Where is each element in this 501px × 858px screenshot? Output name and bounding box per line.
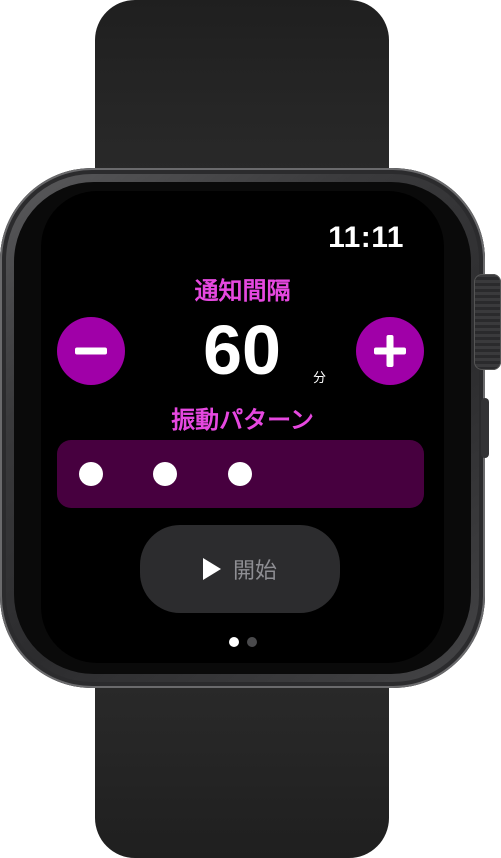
decrement-button[interactable] (57, 317, 125, 385)
vibration-pattern-title: 振動パターン (171, 406, 314, 434)
start-button[interactable]: 開始 (140, 525, 340, 613)
interval-value: 60 (203, 311, 281, 389)
interval-unit: 分 (313, 371, 327, 386)
start-button-label: 開始 (232, 559, 277, 584)
page-indicator (41, 637, 444, 647)
increment-button[interactable] (356, 317, 424, 385)
pattern-dot (79, 462, 103, 486)
page-dot-active (228, 637, 239, 647)
digital-crown[interactable] (474, 274, 501, 370)
watch-band-bottom (95, 668, 389, 858)
interval-title: 通知間隔 (194, 277, 291, 305)
side-button[interactable] (481, 398, 489, 458)
pattern-dot (153, 462, 177, 486)
vibration-pattern-bar[interactable] (57, 440, 424, 508)
apple-watch-mockup: 11:11 通知間隔 60 分 振動パターン 開始 (0, 0, 501, 858)
pattern-dot (228, 462, 252, 486)
plus-icon (374, 335, 406, 367)
page-dot (246, 637, 257, 647)
minus-icon (75, 347, 107, 355)
watch-band-top (95, 0, 389, 190)
play-icon (202, 558, 221, 580)
status-time: 11:11 (328, 221, 404, 254)
watch-screen: 11:11 通知間隔 60 分 振動パターン 開始 (41, 191, 444, 663)
